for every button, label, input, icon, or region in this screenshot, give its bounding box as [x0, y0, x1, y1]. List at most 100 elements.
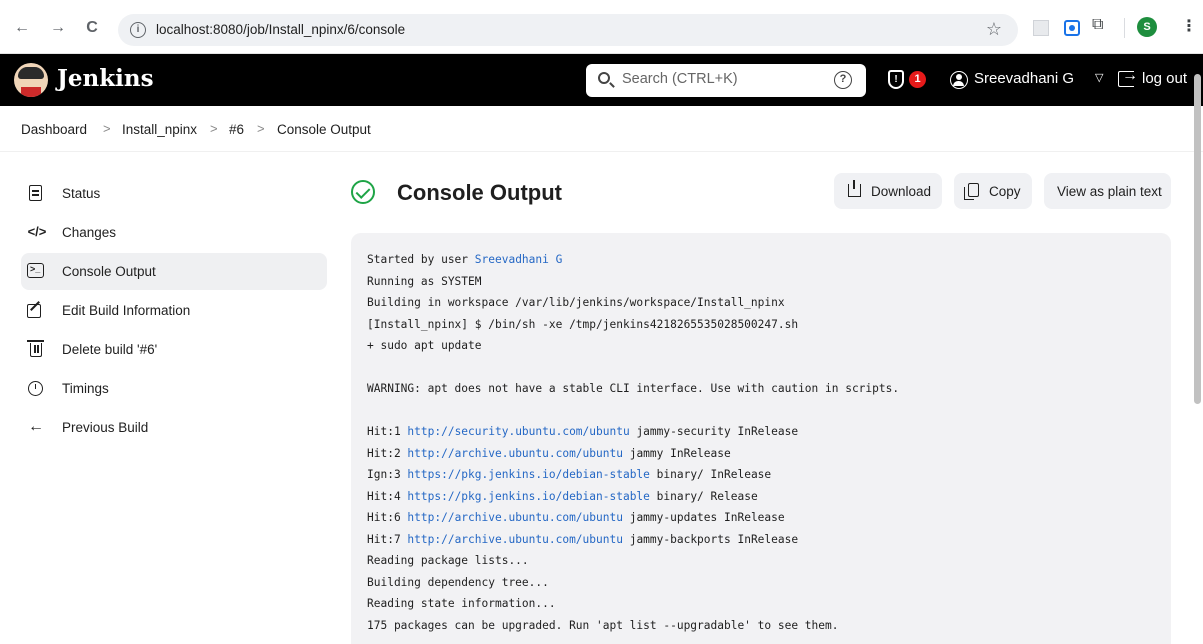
sidebar-item-previous-build[interactable]: ← Previous Build — [21, 409, 327, 446]
toolbar-divider — [1124, 18, 1125, 38]
logout-link[interactable]: log out — [1142, 70, 1187, 87]
console-line: Hit:1 http://security.ubuntu.com/ubuntu … — [367, 421, 1171, 443]
address-bar[interactable]: i localhost:8080/job/Install_npinx/6/con… — [118, 14, 1018, 46]
console-link[interactable]: http://archive.ubuntu.com/ubuntu — [407, 533, 623, 546]
sidebar-item-label: Delete build '#6' — [62, 342, 158, 357]
console-text: Building dependency tree... — [367, 575, 549, 589]
jenkins-brand[interactable]: Jenkins — [57, 65, 154, 92]
jenkins-logo-icon[interactable] — [14, 63, 48, 97]
breadcrumb-separator-icon: > — [103, 121, 111, 136]
download-button[interactable]: Download — [834, 173, 942, 209]
view-as-plain-text-button[interactable]: View as plain text — [1044, 173, 1171, 209]
console-line: Started by user Sreevadhani G — [367, 249, 1171, 271]
code-icon: </> — [27, 224, 47, 239]
console-text: jammy InRelease — [622, 446, 731, 460]
chevron-down-icon[interactable]: ▽ — [1095, 71, 1103, 84]
console-text: Hit:6 — [367, 511, 408, 524]
console-text: Building in workspace /var/lib/jenkins/w… — [367, 296, 785, 309]
breadcrumb: Dashboard > Install_npinx > #6 > Console… — [0, 106, 1203, 152]
breadcrumb-separator-icon: > — [257, 121, 265, 136]
security-badge[interactable]: 1 — [909, 71, 926, 88]
logout-icon[interactable] — [1118, 67, 1138, 87]
sidebar-item-label: Changes — [62, 225, 117, 240]
sidebar-item-changes[interactable]: </> Changes — [21, 214, 327, 251]
reload-button[interactable]: C — [82, 18, 102, 38]
breadcrumb-job[interactable]: Install_npinx — [122, 122, 197, 137]
breadcrumb-dashboard[interactable]: Dashboard — [21, 122, 87, 137]
page-scrollbar[interactable] — [1194, 74, 1201, 404]
profile-avatar[interactable]: S — [1137, 17, 1157, 37]
sidebar-item-timings[interactable]: Timings — [21, 370, 327, 407]
console-text: Ign:3 — [367, 468, 408, 481]
help-icon[interactable]: ? — [834, 71, 852, 89]
console-text: [Install_npinx] $ /bin/sh -xe /tmp/jenki… — [367, 317, 799, 331]
console-line: Hit:4 https://pkg.jenkins.io/debian-stab… — [367, 486, 1171, 508]
console-text: binary/ InRelease — [649, 468, 772, 481]
console-link[interactable]: https://pkg.jenkins.io/debian-stable — [407, 490, 649, 503]
success-check-icon — [351, 180, 375, 204]
sidebar-item-label: Timings — [62, 381, 109, 396]
back-button[interactable]: ← — [12, 18, 32, 38]
address-url[interactable]: localhost:8080/job/Install_npinx/6/conso… — [156, 22, 405, 37]
console-line: Ign:3 https://pkg.jenkins.io/debian-stab… — [367, 464, 1171, 486]
search-input[interactable] — [622, 71, 822, 87]
page-title: Console Output — [397, 180, 562, 205]
bookmark-star-icon[interactable]: ☆ — [986, 19, 1002, 40]
sidebar-item-label: Console Output — [62, 264, 156, 279]
browser-menu-icon[interactable]: ⋮ — [1181, 16, 1197, 36]
sidebar-item-label: Previous Build — [62, 420, 149, 435]
console-line: Building in workspace /var/lib/jenkins/w… — [367, 292, 1171, 314]
search-icon — [598, 72, 610, 84]
forward-button[interactable]: → — [48, 18, 68, 38]
search-box[interactable]: ? — [586, 64, 866, 97]
sidebar-item-edit-build-information[interactable]: Edit Build Information — [21, 292, 327, 329]
console-link[interactable]: http://security.ubuntu.com/ubuntu — [407, 425, 629, 438]
breadcrumb-console-output[interactable]: Console Output — [277, 122, 371, 137]
console-line: WARNING: apt does not have a stable CLI … — [367, 378, 1171, 400]
jenkins-header: Jenkins ? ! 1 Sreevadhani G ▽ log out — [0, 54, 1203, 106]
download-icon — [848, 180, 861, 197]
screen-capture-icon[interactable] — [1064, 20, 1080, 36]
console-line: Hit:7 http://archive.ubuntu.com/ubuntu j… — [367, 529, 1171, 551]
console-line: [Install_npinx] $ /bin/sh -xe /tmp/jenki… — [367, 314, 1171, 336]
sidebar-item-label: Status — [62, 186, 101, 201]
console-line: + sudo apt update — [367, 335, 1171, 357]
console-line: Building dependency tree... — [367, 572, 1171, 594]
sidebar-item-delete-build[interactable]: Delete build '#6' — [21, 331, 327, 368]
console-text: + sudo apt update — [367, 339, 482, 352]
console-link[interactable]: http://archive.ubuntu.com/ubuntu — [407, 511, 623, 524]
console-line: Reading package lists... — [367, 550, 1171, 572]
console-output[interactable]: Started by user Sreevadhani G Running as … — [351, 233, 1171, 644]
edit-icon — [27, 304, 41, 318]
download-label: Download — [871, 184, 932, 199]
status-icon — [29, 185, 42, 201]
copy-icon — [964, 183, 979, 200]
security-shield-icon[interactable]: ! — [888, 70, 904, 89]
sidebar-item-status[interactable]: Status — [21, 175, 327, 212]
console-line: 175 packages can be upgraded. Run 'apt l… — [367, 615, 1171, 637]
console-text: jammy-backports InRelease — [622, 532, 799, 546]
extensions-puzzle-icon[interactable]: ⧉ — [1092, 16, 1108, 33]
copy-button[interactable]: Copy — [954, 173, 1032, 209]
extension-icon[interactable] — [1033, 20, 1049, 36]
arrow-left-icon: ← — [28, 418, 44, 435]
console-text: Running as SYSTEM — [367, 274, 482, 288]
console-link[interactable]: https://pkg.jenkins.io/debian-stable — [407, 468, 649, 481]
user-menu[interactable]: Sreevadhani G — [974, 70, 1074, 87]
console-line: Hit:2 http://archive.ubuntu.com/ubuntu j… — [367, 443, 1171, 465]
site-info-icon[interactable]: i — [130, 22, 146, 38]
view-as-plain-text-label: View as plain text — [1057, 184, 1162, 199]
terminal-icon: >_ — [27, 263, 44, 278]
console-text: Started by user — [367, 253, 475, 266]
sidebar-item-console-output[interactable]: >_ Console Output — [21, 253, 327, 290]
user-icon[interactable] — [950, 71, 968, 89]
console-link[interactable]: Sreevadhani G — [475, 253, 563, 266]
console-text: jammy-updates InRelease — [622, 511, 785, 524]
console-text: Reading package lists... — [367, 554, 529, 567]
breadcrumb-build[interactable]: #6 — [229, 122, 244, 137]
breadcrumb-separator-icon: > — [210, 121, 218, 136]
console-link[interactable]: http://archive.ubuntu.com/ubuntu — [407, 447, 623, 460]
trash-icon — [27, 340, 44, 357]
